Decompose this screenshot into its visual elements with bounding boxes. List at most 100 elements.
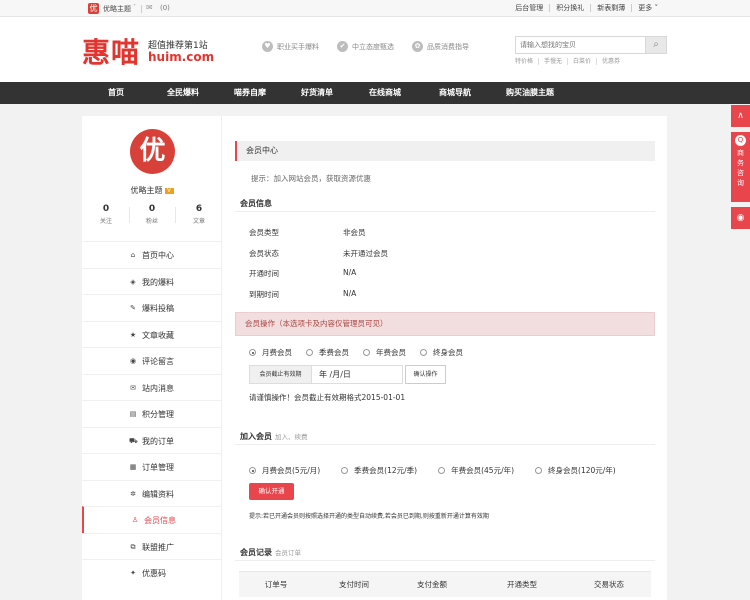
radio-button[interactable] <box>420 349 427 356</box>
nav-online-mall[interactable]: 在线商城 <box>369 82 401 104</box>
chevron-down-icon[interactable]: ˅ <box>133 4 136 11</box>
vip-badge-icon: V <box>164 187 174 194</box>
username: 优略主题 V <box>82 185 222 196</box>
share-icon: ⧉ <box>130 542 136 551</box>
radio-button[interactable] <box>249 467 256 474</box>
edit-icon: ✎ <box>130 304 136 312</box>
section-subtitle: 会员订单 <box>275 549 301 557</box>
hot-keyword[interactable]: 特价格 <box>515 58 538 65</box>
radio-button[interactable] <box>363 349 370 356</box>
back-to-top-icon[interactable]: ∧ <box>731 105 750 127</box>
confirm-operation-button[interactable]: 确认操作 <box>405 365 446 384</box>
site-name-link[interactable]: 优略主题 <box>103 4 131 14</box>
brand-logo[interactable]: 惠喵 <box>82 31 140 71</box>
search-button[interactable]: ⌕ <box>645 37 666 53</box>
divider <box>235 560 655 561</box>
radio-button[interactable] <box>249 349 256 356</box>
sidebar-item-label: 优惠码 <box>142 569 166 578</box>
radio-monthly[interactable]: 月费会员 <box>249 347 292 358</box>
stat-value: 0 <box>148 204 156 214</box>
radio-lifetime[interactable]: 终身会员 <box>420 347 463 358</box>
radio-button[interactable] <box>306 349 313 356</box>
sidebar-item-favorites[interactable]: ★ 文章收藏 <box>82 320 222 348</box>
sidebar-item-label: 首页中心 <box>142 251 174 260</box>
stat-following[interactable]: 0 关注 <box>83 204 129 225</box>
more-menu[interactable]: 更多 ˅ <box>631 4 664 12</box>
tag-icon: ◈ <box>130 277 136 286</box>
hot-keywords: 特价格 手慢无 白菜价 优惠券 <box>515 58 625 65</box>
qq-icon: Q <box>735 135 746 146</box>
nav-buy-theme[interactable]: 购买油膜主题 <box>506 82 554 104</box>
feature-label: 品质消费指导 <box>427 42 469 51</box>
thumb-icon: ✿ <box>412 41 423 52</box>
hot-keyword[interactable]: 优惠券 <box>596 58 625 65</box>
search-box: ⌕ <box>515 36 667 54</box>
sidebar-item-affiliate[interactable]: ⧉ 联盟推广 <box>82 532 222 560</box>
mail-icon[interactable]: ✉ <box>146 3 153 12</box>
radio-join-lifetime[interactable]: 终身会员(120元/年) <box>535 465 616 476</box>
feature-item: ♥ 职业买手爆料 <box>262 41 319 52</box>
radio-join-quarterly[interactable]: 季费会员(12元/季) <box>341 465 417 476</box>
envelope-icon: ✉ <box>130 383 136 392</box>
stat-articles[interactable]: 6 文章 <box>176 204 222 225</box>
top-links: 后台管理 积分换礼 新表剩薄 更多 ˅ <box>509 4 664 12</box>
sidebar-item-my-deals[interactable]: ◈ 我的爆料 <box>82 267 222 295</box>
radio-button[interactable] <box>535 467 543 474</box>
section-title-info: 会员信息 <box>240 199 272 208</box>
feature-label: 中立态度甄选 <box>352 42 394 51</box>
new-post-link[interactable]: 新表剩薄 <box>590 4 631 12</box>
radio-join-monthly[interactable]: 月费会员(5元/月) <box>249 465 320 476</box>
main-nav: 首页 全民爆料 喵券自摩 好货清单 在线商城 商城导航 购买油膜主题 <box>0 82 750 104</box>
radio-join-yearly[interactable]: 年费会员(45元/年) <box>438 465 514 476</box>
radio-yearly[interactable]: 年费会员 <box>363 347 406 358</box>
sidebar-item-home[interactable]: ⌂ 首页中心 <box>82 241 222 268</box>
sidebar-item-edit-profile[interactable]: ✲ 编辑资料 <box>82 479 222 507</box>
sidebar-item-label: 会员信息 <box>144 516 176 525</box>
nav-community-deals[interactable]: 全民爆料 <box>167 82 199 104</box>
stat-followers[interactable]: 0 粉丝 <box>129 204 175 225</box>
feature-list: ♥ 职业买手爆料 ✔ 中立态度甄选 ✿ 品质消费指导 <box>262 41 469 52</box>
nav-home[interactable]: 首页 <box>108 82 124 104</box>
points-exchange-link[interactable]: 积分换礼 <box>549 4 590 12</box>
main-container: 优 优略主题 V 0 关注 0 粉丝 6 文章 ⌂ 首页中心 ◈ 我的爆料 ✎ 爆料投稿 <box>82 116 667 600</box>
admin-link[interactable]: 后台管理 <box>509 4 549 12</box>
sidebar-item-points[interactable]: ▤ 积分管理 <box>82 400 222 427</box>
stat-value: 6 <box>195 204 203 214</box>
hot-keyword[interactable]: 白菜价 <box>567 58 596 65</box>
expiry-date-label: 会员截止有效期 <box>249 365 312 384</box>
list-icon: ▦ <box>129 463 137 471</box>
confirm-open-button[interactable]: 确认开通 <box>249 483 294 500</box>
sidebar-item-comments[interactable]: ◉ 评论留言 <box>82 347 222 374</box>
sidebar-item-coupon-code[interactable]: ✦ 优惠码 <box>82 559 222 586</box>
sidebar-item-membership[interactable]: ♙ 会员信息 <box>82 506 222 533</box>
info-value: 非会员 <box>343 228 366 237</box>
column-header-order-id: 订单号 <box>264 580 288 589</box>
sidebar-item-submit-deal[interactable]: ✎ 爆料投稿 <box>82 294 222 321</box>
info-key: 开通时间 <box>249 269 279 278</box>
weibo-icon[interactable]: ◉ <box>731 207 750 229</box>
avatar[interactable]: 优 <box>130 129 175 174</box>
mail-count[interactable]: (0) <box>160 4 170 12</box>
heart-icon: ♥ <box>262 41 273 52</box>
nav-mall-guide[interactable]: 商城导航 <box>439 82 471 104</box>
sidebar-item-my-orders[interactable]: ⛟ 我的订单 <box>82 426 222 454</box>
hot-keyword[interactable]: 手慢无 <box>538 58 567 65</box>
sidebar-item-label: 订单管理 <box>142 463 174 472</box>
site-logo-icon[interactable]: 优 <box>88 3 99 14</box>
column-header-pay-time: 支付时间 <box>339 580 369 589</box>
radio-button[interactable] <box>341 467 349 474</box>
sidebar-item-order-manage[interactable]: ▦ 订单管理 <box>82 453 222 480</box>
radio-quarterly[interactable]: 季费会员 <box>306 347 349 358</box>
user-sidebar: 优 优略主题 V 0 关注 0 粉丝 6 文章 ⌂ 首页中心 ◈ 我的爆料 ✎ 爆料投稿 <box>82 116 222 600</box>
info-value: 未开通过会员 <box>343 249 388 258</box>
nav-coupons[interactable]: 喵券自摩 <box>234 82 266 104</box>
business-consult-button[interactable]: Q 商 务 咨 询 <box>731 132 750 202</box>
sidebar-item-messages[interactable]: ✉ 站内消息 <box>82 373 222 401</box>
section-subtitle: 加入、续费 <box>275 433 308 441</box>
radio-label: 季费会员(12元/季) <box>354 466 418 475</box>
expiry-date-input[interactable]: 年 /月/日 <box>312 365 403 384</box>
radio-button[interactable] <box>438 467 446 474</box>
nav-good-list[interactable]: 好货清单 <box>301 82 333 104</box>
column-header-amount: 支付金额 <box>417 580 447 589</box>
search-input[interactable] <box>516 37 646 53</box>
